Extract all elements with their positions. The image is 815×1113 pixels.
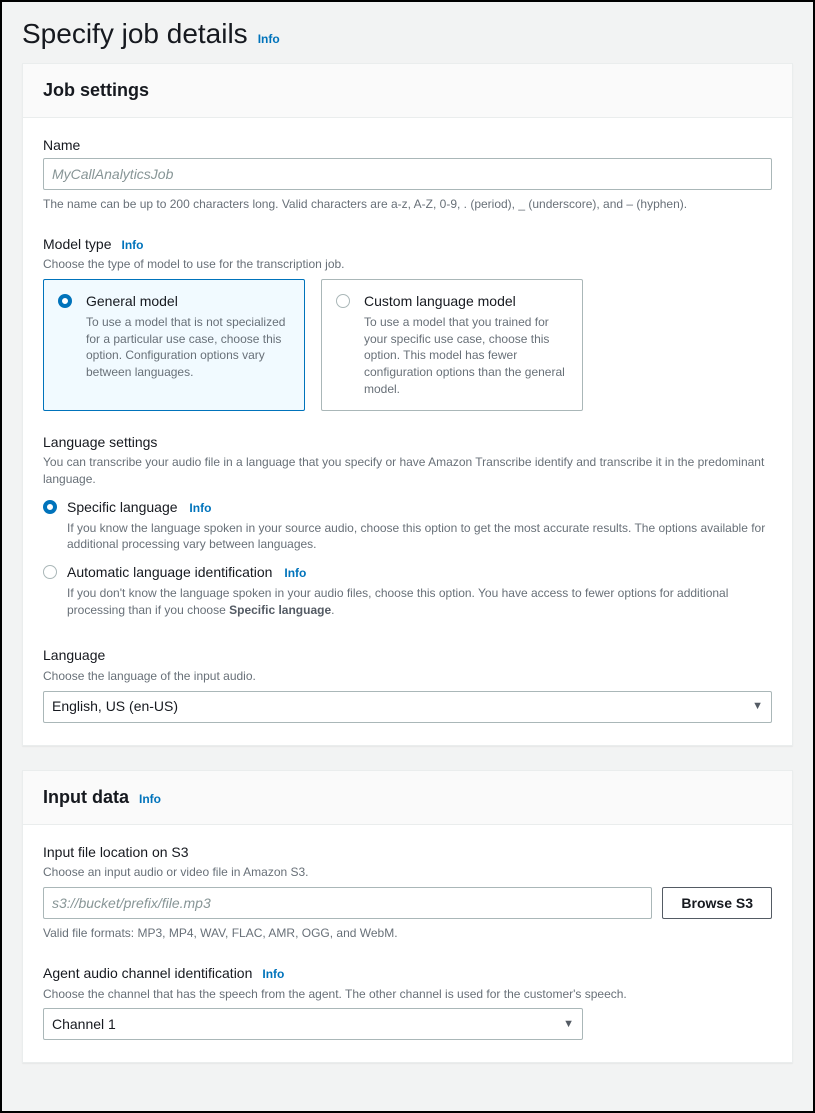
language-label: Language — [43, 646, 105, 666]
radio-icon — [43, 565, 57, 579]
model-type-info-link[interactable]: Info — [121, 237, 143, 254]
input-data-panel: Input data Info Input file location on S… — [22, 770, 793, 1064]
job-settings-title: Job settings — [43, 78, 149, 103]
desc-prefix: If you don't know the language spoken in… — [67, 586, 728, 617]
language-group: Language Choose the language of the inpu… — [43, 646, 772, 722]
desc-bold: Specific language — [229, 603, 331, 617]
job-settings-panel: Job settings Name The name can be up to … — [22, 63, 793, 746]
radio-title: Specific language — [67, 499, 178, 515]
page-container: Specify job details Info Job settings Na… — [0, 0, 815, 1113]
input-file-desc: Choose an input audio or video file in A… — [43, 864, 772, 881]
tile-title: Custom language model — [364, 292, 568, 312]
browse-s3-button[interactable]: Browse S3 — [662, 887, 772, 919]
language-settings-group: Language settings You can transcribe you… — [43, 433, 772, 625]
language-desc: Choose the language of the input audio. — [43, 668, 772, 685]
page-title: Specify job details — [22, 14, 248, 53]
radio-title: Automatic language identification — [67, 564, 272, 580]
model-type-tiles: General model To use a model that is not… — [43, 279, 772, 411]
model-type-option-general[interactable]: General model To use a model that is not… — [43, 279, 305, 411]
name-input[interactable] — [43, 158, 772, 190]
model-type-option-custom[interactable]: Custom language model To use a model tha… — [321, 279, 583, 411]
model-type-desc: Choose the type of model to use for the … — [43, 256, 772, 273]
agent-channel-select-value: Channel 1 — [52, 1015, 116, 1035]
input-data-title: Input data — [43, 785, 129, 810]
name-hint: The name can be up to 200 characters lon… — [43, 196, 772, 213]
language-setting-specific[interactable]: Specific language Info If you know the l… — [43, 494, 772, 559]
job-settings-header: Job settings — [23, 64, 792, 118]
model-type-label: Model type — [43, 235, 111, 255]
name-label: Name — [43, 136, 80, 156]
input-file-label: Input file location on S3 — [43, 843, 189, 863]
chevron-down-icon: ▼ — [563, 1017, 574, 1032]
language-setting-auto[interactable]: Automatic language identification Info I… — [43, 559, 772, 624]
tile-desc: To use a model that is not specialized f… — [86, 314, 290, 381]
radio-icon — [43, 500, 57, 514]
agent-channel-group: Agent audio channel identification Info … — [43, 964, 772, 1040]
tile-title: General model — [86, 292, 290, 312]
agent-channel-label: Agent audio channel identification — [43, 964, 252, 984]
radio-desc: If you know the language spoken in your … — [67, 520, 772, 554]
language-select[interactable]: English, US (en-US) ▼ — [43, 691, 772, 723]
page-header: Specify job details Info — [2, 2, 813, 63]
language-settings-options: Specific language Info If you know the l… — [43, 494, 772, 624]
radio-desc: If you don't know the language spoken in… — [67, 585, 772, 619]
tile-desc: To use a model that you trained for your… — [364, 314, 568, 398]
input-file-hint: Valid file formats: MP3, MP4, WAV, FLAC,… — [43, 925, 772, 942]
name-group: Name The name can be up to 200 character… — [43, 136, 772, 212]
radio-icon — [336, 294, 350, 308]
language-setting-specific-info-link[interactable]: Info — [189, 501, 211, 515]
input-data-header: Input data Info — [23, 771, 792, 825]
language-settings-label: Language settings — [43, 433, 157, 453]
page-info-link[interactable]: Info — [258, 31, 280, 48]
language-select-value: English, US (en-US) — [52, 697, 178, 717]
model-type-group: Model type Info Choose the type of model… — [43, 235, 772, 411]
input-file-group: Input file location on S3 Choose an inpu… — [43, 843, 772, 942]
desc-suffix: . — [331, 603, 334, 617]
language-setting-auto-info-link[interactable]: Info — [284, 566, 306, 580]
job-settings-body: Name The name can be up to 200 character… — [23, 118, 792, 744]
input-data-body: Input file location on S3 Choose an inpu… — [23, 825, 792, 1063]
language-settings-desc: You can transcribe your audio file in a … — [43, 454, 772, 488]
agent-channel-info-link[interactable]: Info — [262, 966, 284, 983]
radio-icon — [58, 294, 72, 308]
chevron-down-icon: ▼ — [752, 699, 763, 714]
agent-channel-desc: Choose the channel that has the speech f… — [43, 986, 772, 1003]
input-file-field[interactable] — [43, 887, 652, 919]
input-data-info-link[interactable]: Info — [139, 791, 161, 808]
agent-channel-select[interactable]: Channel 1 ▼ — [43, 1008, 583, 1040]
